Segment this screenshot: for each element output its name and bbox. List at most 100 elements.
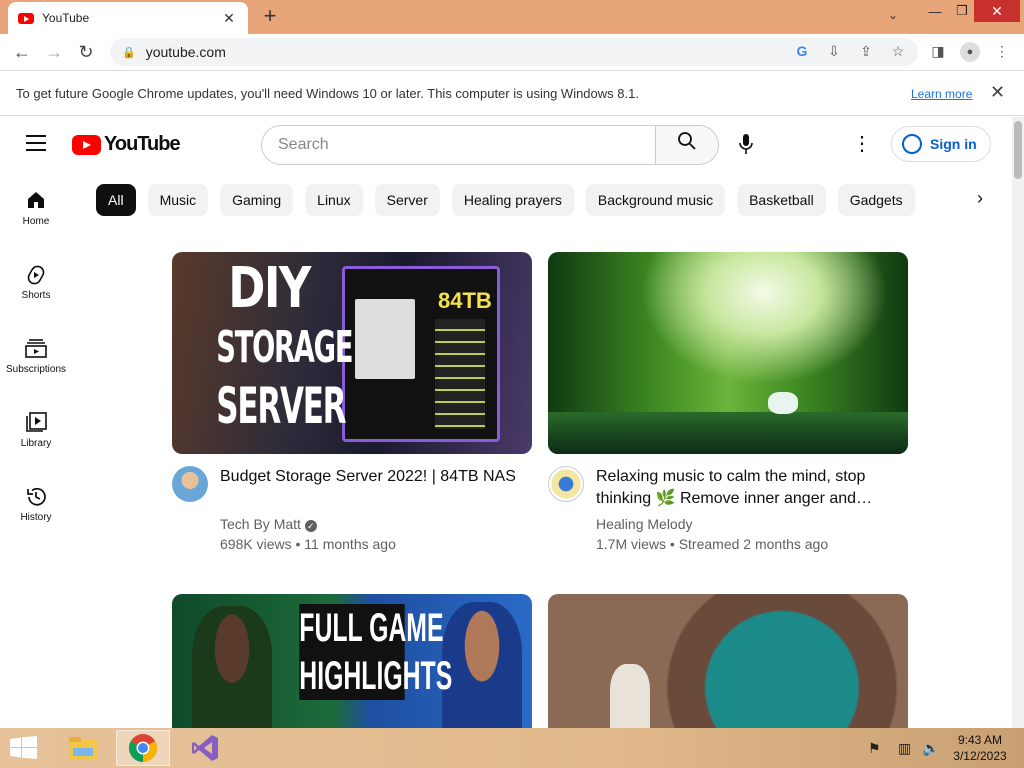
video-thumbnail[interactable]: FULL GAME HIGHLIGHTS [172, 594, 532, 728]
windows-taskbar: ⚑ ▥ 🔈 9:43 AM 3/12/2023 [0, 728, 1024, 768]
chip-healing-prayers[interactable]: Healing prayers [451, 184, 574, 216]
video-title[interactable]: Relaxing music to calm the mind, stop th… [596, 466, 896, 510]
chip-gadgets[interactable]: Gadgets [837, 184, 915, 216]
browser-titlebar: YouTube ✕ + ⌄ — ❐ ✕ [0, 0, 1024, 34]
browser-tab[interactable]: YouTube ✕ [8, 2, 248, 34]
google-lens-icon[interactable]: G [792, 40, 812, 62]
file-explorer-icon[interactable] [56, 730, 110, 766]
channel-name[interactable]: Tech By Matt ✓ [220, 516, 317, 532]
volume-icon[interactable]: 🔈 [922, 740, 939, 757]
lock-icon: 🔒 [122, 46, 136, 59]
hamburger-menu-icon[interactable] [26, 135, 46, 151]
player-right-image [442, 602, 522, 728]
subscriptions-icon [0, 338, 72, 364]
video-stats: 698K views • 11 months ago [220, 536, 396, 552]
side-panel-icon[interactable]: ◨ [928, 40, 948, 62]
guide-item-home[interactable]: Home [0, 190, 72, 264]
install-app-icon[interactable]: ⇩ [824, 40, 844, 62]
network-icon[interactable]: ▥ [898, 740, 911, 757]
youtube-logo[interactable]: YouTube [72, 133, 181, 156]
new-tab-button[interactable]: + [258, 4, 282, 28]
back-arrow-icon[interactable]: ← [10, 40, 34, 64]
video-card[interactable] [548, 594, 908, 728]
chips-next-chevron-icon[interactable]: › [968, 188, 992, 209]
video-meta: Relaxing music to calm the mind, stop th… [548, 454, 908, 554]
guide-label: Library [20, 438, 52, 449]
thumb-badge: 84TB [438, 288, 492, 313]
visual-studio-icon[interactable] [178, 730, 232, 766]
thumb-headline: FULL GAME HIGHLIGHTS [267, 604, 453, 700]
forward-arrow-icon[interactable]: → [42, 40, 66, 64]
search-icon [678, 132, 696, 150]
voice-search-mic-icon[interactable] [735, 133, 757, 157]
sign-in-button[interactable]: Sign in [891, 126, 991, 162]
infobar-message: To get future Google Chrome updates, you… [16, 86, 639, 101]
learn-more-link[interactable]: Learn more [911, 87, 972, 101]
filter-chips-bar: All Music Gaming Linux Server Healing pr… [96, 184, 927, 216]
url-text: youtube.com [145, 44, 226, 60]
chip-linux[interactable]: Linux [305, 184, 363, 216]
sign-in-label: Sign in [930, 136, 977, 152]
chip-all[interactable]: All [96, 184, 136, 216]
drive-bays-image [435, 319, 485, 429]
taskbar-clock[interactable]: 9:43 AM 3/12/2023 [944, 732, 1016, 764]
guide-sidebar: Home Shorts Subscriptions Library Histor… [0, 190, 72, 560]
channel-avatar[interactable] [172, 466, 208, 502]
worker-image [610, 664, 650, 728]
tab-close-button[interactable]: ✕ [220, 10, 238, 27]
update-infobar: To get future Google Chrome updates, you… [0, 70, 1024, 116]
tab-search-chevron-icon[interactable]: ⌄ [888, 8, 898, 22]
video-thumbnail[interactable] [548, 252, 908, 454]
youtube-masthead: YouTube Search ⋮ Sign in [0, 117, 1010, 173]
video-title[interactable]: Budget Storage Server 2022! | 84TB NAS [220, 466, 520, 488]
video-card[interactable]: FULL GAME HIGHLIGHTS [172, 594, 532, 728]
search-input[interactable]: Search [261, 125, 656, 165]
minimize-button[interactable]: — [920, 0, 950, 22]
youtube-play-logo-icon [72, 134, 101, 155]
guide-item-shorts[interactable]: Shorts [0, 264, 72, 338]
chip-gaming[interactable]: Gaming [220, 184, 294, 216]
profile-avatar-icon[interactable]: ● [960, 42, 980, 62]
channel-name[interactable]: Healing Melody [596, 516, 693, 532]
thumb-line: HIGHLIGHTS [299, 652, 453, 700]
video-card[interactable]: Relaxing music to calm the mind, stop th… [548, 252, 908, 554]
page-scrollbar[interactable] [1012, 117, 1024, 728]
infobar-close-icon[interactable]: ✕ [990, 82, 1005, 103]
video-thumbnail[interactable] [548, 594, 908, 728]
restore-button[interactable]: ❐ [950, 0, 974, 22]
chip-basketball[interactable]: Basketball [737, 184, 826, 216]
chrome-menu-icon[interactable]: ⋮ [992, 40, 1012, 62]
channel-avatar[interactable] [548, 466, 584, 502]
search-button[interactable] [655, 125, 719, 165]
clock-time: 9:43 AM [957, 733, 1003, 747]
chip-background-music[interactable]: Background music [585, 184, 726, 216]
settings-kebab-icon[interactable]: ⋮ [852, 131, 872, 156]
thumb-line: FULL GAME [299, 604, 444, 652]
chip-server[interactable]: Server [374, 184, 440, 216]
video-thumbnail[interactable]: 84TB DIY STORAGE SERVER [172, 252, 532, 454]
video-meta: Budget Storage Server 2022! | 84TB NAS T… [172, 454, 532, 554]
windows-start-icon[interactable] [10, 736, 38, 760]
guide-item-history[interactable]: History [0, 486, 72, 560]
library-icon [0, 412, 72, 438]
guide-item-subscriptions[interactable]: Subscriptions [0, 338, 72, 412]
shorts-icon [0, 264, 72, 290]
video-stats: 1.7M views • Streamed 2 months ago [596, 536, 829, 552]
verified-check-icon: ✓ [304, 520, 317, 532]
reload-icon[interactable]: ↻ [74, 40, 98, 64]
player-left-image [192, 606, 272, 728]
window-close-button[interactable]: ✕ [974, 0, 1020, 22]
share-icon[interactable]: ⇪ [856, 40, 876, 62]
action-center-flag-icon[interactable]: ⚑ [868, 740, 881, 757]
guide-item-library[interactable]: Library [0, 412, 72, 486]
chip-music[interactable]: Music [147, 184, 209, 216]
chrome-taskbar-icon[interactable] [116, 730, 170, 766]
motherboard-image [355, 299, 415, 379]
tab-title: YouTube [42, 11, 90, 25]
history-icon [0, 486, 72, 512]
logo-wordmark: YouTube [104, 133, 181, 155]
video-card[interactable]: 84TB DIY STORAGE SERVER Budget Storage S… [172, 252, 532, 554]
scrollbar-thumb[interactable] [1014, 121, 1022, 179]
bookmark-star-icon[interactable]: ☆ [888, 40, 908, 62]
guide-label: Home [22, 216, 50, 227]
